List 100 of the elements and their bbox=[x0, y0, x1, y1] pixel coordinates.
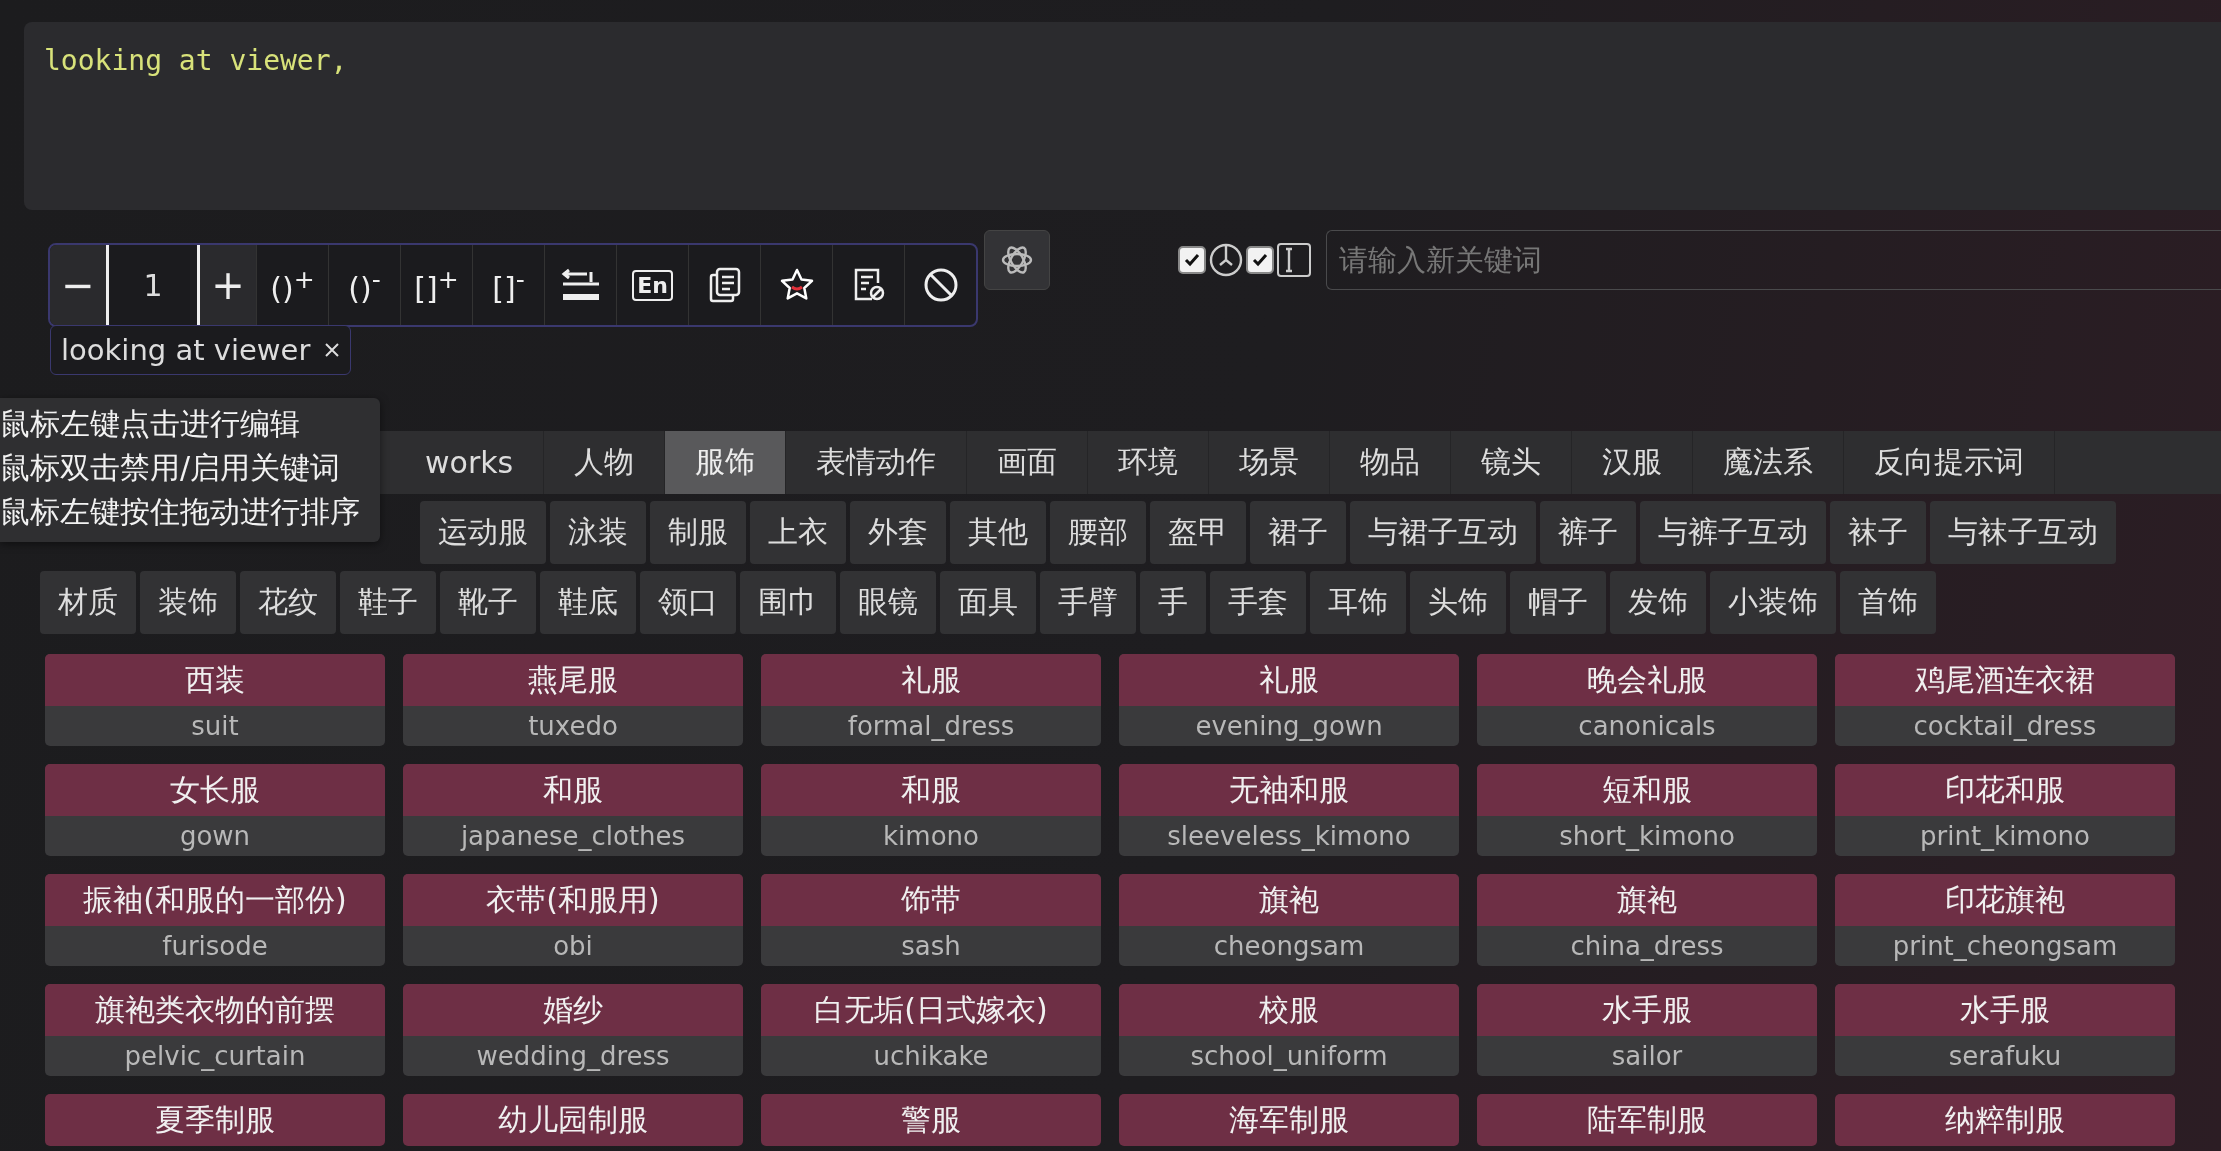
keyword-card[interactable]: 燕尾服 tuxedo bbox=[403, 654, 743, 746]
keyword-chinese: 水手服 bbox=[1477, 984, 1817, 1036]
keyword-chinese: 旗袍 bbox=[1119, 874, 1459, 926]
keyword-card[interactable]: 衣带(和服用) obi bbox=[403, 874, 743, 966]
subcategory-tab[interactable]: 围巾 bbox=[740, 571, 836, 634]
subcategory-tab[interactable]: 手套 bbox=[1210, 571, 1306, 634]
subcategory-tab[interactable]: 靴子 bbox=[440, 571, 536, 634]
subcategory-tab[interactable]: 裤子 bbox=[1540, 501, 1636, 564]
toolbar-button[interactable]: []$^{-}$ bbox=[472, 245, 544, 325]
keyword-card[interactable]: 西装 suit bbox=[45, 654, 385, 746]
subcategory-tab[interactable]: 与裙子互动 bbox=[1350, 501, 1536, 564]
subcategory-tab[interactable]: 上衣 bbox=[750, 501, 846, 564]
keyword-english: serafuku bbox=[1947, 1040, 2063, 1073]
keyword-english: cheongsam bbox=[1212, 930, 1366, 963]
keyword-english: school_uniform bbox=[1189, 1040, 1389, 1073]
keyword-english: print_kimono bbox=[1919, 820, 2091, 853]
subcategory-tab[interactable]: 其他 bbox=[950, 501, 1046, 564]
subcategory-tab[interactable]: 头饰 bbox=[1410, 571, 1506, 634]
subcategory-tab[interactable]: 花纹 bbox=[240, 571, 336, 634]
keyword-english: short_kimono bbox=[1558, 820, 1736, 853]
keyword-card[interactable]: 振袖(和服的一部份) furisode bbox=[45, 874, 385, 966]
keyword-english: canonicals bbox=[1577, 710, 1717, 743]
keyword-chinese: 印花旗袍 bbox=[1835, 874, 2175, 926]
subcategory-tab[interactable]: 盔甲 bbox=[1150, 501, 1246, 564]
keyword-chinese: 鸡尾酒连衣裙 bbox=[1835, 654, 2175, 706]
keyword-chinese: 无袖和服 bbox=[1119, 764, 1459, 816]
toolbar-button[interactable]: − bbox=[50, 245, 106, 325]
subcategory-tab[interactable]: 鞋底 bbox=[540, 571, 636, 634]
keyword-input[interactable]: 请输入新关键词 bbox=[1326, 230, 2221, 290]
keyword-tag[interactable]: looking at viewer bbox=[50, 325, 352, 375]
toolbar-button[interactable]: + bbox=[200, 245, 256, 325]
keyword-chinese: 振袖(和服的一部份) bbox=[45, 874, 385, 926]
keyword-card[interactable]: 鸡尾酒连衣裙 cocktail_dress bbox=[1835, 654, 2175, 746]
subcategory-tab[interactable]: 手 bbox=[1140, 571, 1206, 634]
language-button[interactable]: En bbox=[616, 245, 688, 325]
keyword-card[interactable]: 饰带 sash bbox=[761, 874, 1101, 966]
subcategory-tab[interactable]: 鞋子 bbox=[340, 571, 436, 634]
keyword-card[interactable]: 校服 school_uniform bbox=[1119, 984, 1459, 1076]
close-icon[interactable] bbox=[324, 342, 341, 358]
keyword-card[interactable]: 水手服 serafuku bbox=[1835, 984, 2175, 1076]
keyword-chinese: 警服 bbox=[761, 1094, 1101, 1146]
prompt-textarea[interactable]: looking at viewer, bbox=[24, 22, 2221, 210]
subcategory-tab[interactable]: 材质 bbox=[40, 571, 136, 634]
subcategory-tab[interactable]: 制服 bbox=[650, 501, 746, 564]
toolbar-button[interactable]: []$^{+}$ bbox=[400, 245, 472, 325]
keyword-chinese: 婚纱 bbox=[403, 984, 743, 1036]
keyword-english: formal_dress bbox=[846, 710, 1016, 743]
subcategory-tab[interactable]: 运动服 bbox=[420, 501, 546, 564]
keyword-card[interactable]: 水手服 sailor bbox=[1477, 984, 1817, 1076]
keyword-chinese: 水手服 bbox=[1835, 984, 2175, 1036]
checkbox[interactable] bbox=[1178, 246, 1206, 274]
keyword-english: obi bbox=[552, 930, 594, 963]
keyword-card[interactable]: 晚会礼服 canonicals bbox=[1477, 654, 1817, 746]
keyword-card[interactable]: 印花旗袍 print_cheongsam bbox=[1835, 874, 2175, 966]
keyword-chinese: 短和服 bbox=[1477, 764, 1817, 816]
keyword-card[interactable]: 礼服 evening_gown bbox=[1119, 654, 1459, 746]
keyword-chinese: 和服 bbox=[403, 764, 743, 816]
subcategory-tab[interactable]: 装饰 bbox=[140, 571, 236, 634]
subcategory-tab[interactable]: 泳装 bbox=[550, 501, 646, 564]
subcategory-tab[interactable]: 首饰 bbox=[1840, 571, 1936, 634]
subcategory-tab[interactable]: 帽子 bbox=[1510, 571, 1606, 634]
keyword-card[interactable]: 女长服 gown bbox=[45, 764, 385, 856]
subcategory-tab[interactable]: 手臂 bbox=[1040, 571, 1136, 634]
ai-assistant-button[interactable] bbox=[984, 230, 1050, 290]
keyword-english: print_cheongsam bbox=[1891, 930, 2119, 963]
keyword-card[interactable]: 婚纱 wedding_dress bbox=[403, 984, 743, 1076]
keyword-english: kimono bbox=[882, 820, 980, 853]
subcategory-tab[interactable]: 领口 bbox=[640, 571, 736, 634]
subcategory-tab[interactable]: 腰部 bbox=[1050, 501, 1146, 564]
keyword-english: sleeveless_kimono bbox=[1166, 820, 1412, 853]
subcategory-tab[interactable]: 耳饰 bbox=[1310, 571, 1406, 634]
clock-icon[interactable] bbox=[1208, 242, 1244, 278]
subcategory-tab[interactable]: 发饰 bbox=[1610, 571, 1706, 634]
checkbox[interactable] bbox=[1246, 246, 1274, 274]
keyword-card[interactable]: 旗袍类衣物的前摆 pelvic_curtain bbox=[45, 984, 385, 1076]
keyword-card[interactable]: 旗袍 china_dress bbox=[1477, 874, 1817, 966]
keyword-card[interactable]: 礼服 formal_dress bbox=[761, 654, 1101, 746]
keyword-chinese: 幼儿园制服 bbox=[403, 1094, 743, 1146]
subcategory-tab[interactable]: 裙子 bbox=[1250, 501, 1346, 564]
subcategory-tab[interactable]: 袜子 bbox=[1830, 501, 1926, 564]
keyword-card[interactable]: 旗袍 cheongsam bbox=[1119, 874, 1459, 966]
keyword-card[interactable]: 印花和服 print_kimono bbox=[1835, 764, 2175, 856]
subcategory-tab[interactable]: 眼镜 bbox=[840, 571, 936, 634]
subcategory-tab[interactable]: 外套 bbox=[850, 501, 946, 564]
keyword-chinese: 和服 bbox=[761, 764, 1101, 816]
subcategory-tab[interactable]: 与裤子互动 bbox=[1640, 501, 1826, 564]
text-cursor-icon[interactable] bbox=[1276, 242, 1312, 278]
category-tab[interactable]: 服饰 bbox=[665, 431, 787, 494]
keyword-card[interactable]: 和服 japanese_clothes bbox=[403, 764, 743, 856]
keyword-card[interactable]: 白无垢(日式嫁衣) uchikake bbox=[761, 984, 1101, 1076]
keyword-card[interactable]: 无袖和服 sleeveless_kimono bbox=[1119, 764, 1459, 856]
keyword-english: china_dress bbox=[1569, 930, 1725, 963]
keyword-card[interactable]: 和服 kimono bbox=[761, 764, 1101, 856]
keyword-card[interactable]: 短和服 short_kimono bbox=[1477, 764, 1817, 856]
subcategory-tab[interactable]: 小装饰 bbox=[1710, 571, 1836, 634]
keyword-chinese: 燕尾服 bbox=[403, 654, 743, 706]
keyword-chinese: 印花和服 bbox=[1835, 764, 2175, 816]
subcategory-tab[interactable]: 面具 bbox=[940, 571, 1036, 634]
keyword-english: furisode bbox=[161, 930, 269, 963]
subcategory-tab[interactable]: 与袜子互动 bbox=[1930, 501, 2116, 564]
